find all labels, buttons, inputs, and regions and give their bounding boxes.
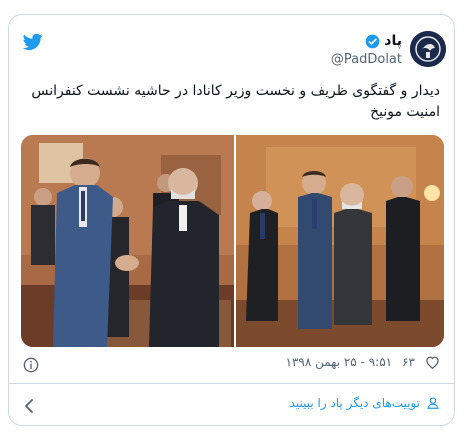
tweet-timestamp[interactable]: ۹:۵۱ - ۲۵ بهمن ۱۳۹۸: [286, 355, 393, 369]
info-icon[interactable]: [23, 357, 39, 373]
heart-icon[interactable]: [425, 355, 440, 369]
tweet-photo-group[interactable]: [236, 135, 444, 347]
user-icon: [427, 397, 439, 409]
chevron-left-icon[interactable]: [23, 399, 35, 413]
twitter-bird-icon[interactable]: [23, 33, 43, 51]
tweet-text: دیدار و گفتگوی ظریف و نخست وزیر کانادا د…: [31, 83, 440, 120]
avatar[interactable]: [410, 31, 446, 67]
verified-badge-icon: [365, 34, 380, 48]
see-more-tweets-label: توییت‌های دیگر پاد را ببینید: [289, 396, 420, 410]
author-handle[interactable]: @PadDolat: [331, 52, 402, 67]
tweet-photo-handshake[interactable]: [21, 135, 234, 347]
author-name[interactable]: پاد: [384, 33, 402, 49]
like-count[interactable]: ۶۳: [402, 355, 415, 369]
see-more-tweets-link[interactable]: توییت‌های دیگر پاد را ببینید: [290, 396, 440, 410]
tweet-meta: ۶۳ ۹:۵۱ - ۲۵ بهمن ۱۳۹۸: [286, 355, 441, 369]
divider: [9, 383, 454, 384]
embedded-tweet-card: پاد @PadDolat دیدار و گفتگوی ظریف و نخست…: [8, 14, 455, 426]
author-name-line: پاد: [365, 33, 402, 49]
